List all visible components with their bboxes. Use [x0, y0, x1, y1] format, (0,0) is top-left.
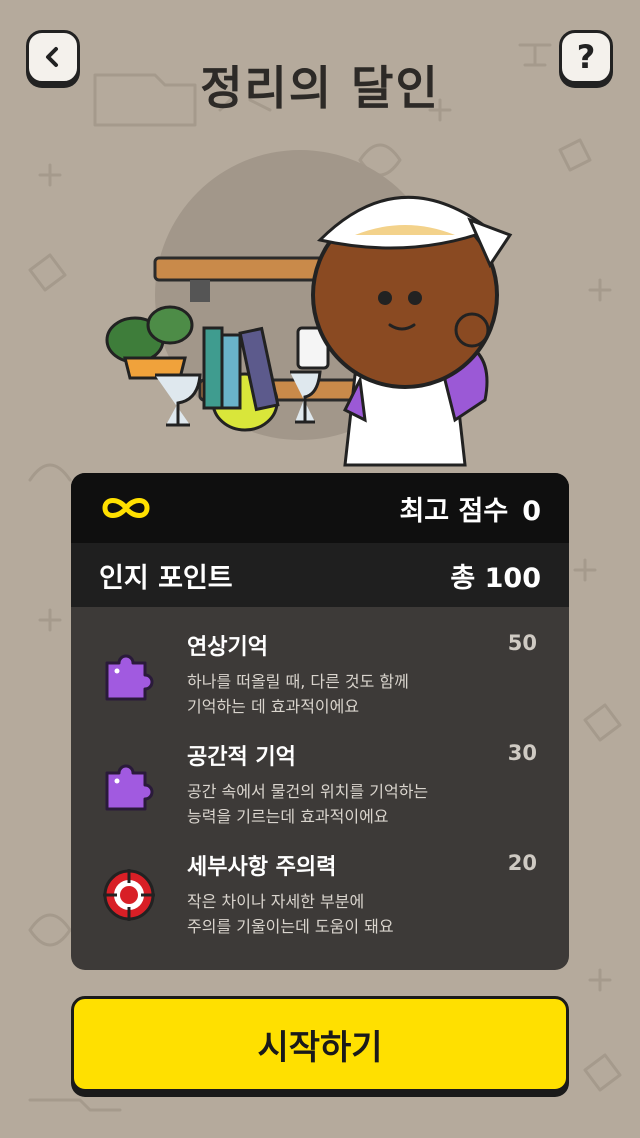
plant-pot [105, 305, 194, 380]
skill-description-line: 능력을 기르는데 효과적이에요 [187, 807, 389, 826]
puzzle-icon [105, 654, 154, 701]
skill-value: 20 [507, 851, 537, 875]
skill-item-spatial-memory: 공간적 기억 30 공간 속에서 물건의 위치를 기억하는 능력을 기르는데 효… [71, 739, 569, 849]
skill-name: 세부사항 주의력 [187, 855, 337, 880]
skill-value: 30 [507, 741, 537, 765]
start-button[interactable]: 시작하기 [71, 996, 569, 1092]
skill-description-line: 공간 속에서 물건의 위치를 기억하는 [187, 782, 429, 801]
skill-description: 작은 차이나 자세한 부분에 주의를 기울이는데 도움이 돼요 [187, 889, 487, 939]
puzzle-icon [105, 764, 154, 811]
score-header: 최고 점수 0 [71, 473, 569, 543]
cognitive-points-header: 인지 포인트 총 100 [71, 543, 569, 607]
best-score-value: 0 [522, 495, 541, 527]
skill-description-line: 주의를 기울이는데 도움이 돼요 [187, 917, 394, 936]
page-title: 정리의 달인 [200, 61, 440, 115]
info-card: 최고 점수 0 인지 포인트 총 100 연상기억 50 하나를 떠올릴 때, 다… [71, 473, 569, 970]
hero-illustration [105, 150, 513, 467]
best-score: 최고 점수 0 [399, 489, 541, 528]
infinity-icon [102, 498, 150, 518]
target-icon [103, 869, 155, 921]
help-button[interactable]: ? [559, 30, 613, 84]
skill-name: 연상기억 [187, 635, 268, 660]
skill-value: 50 [507, 631, 537, 655]
question-icon: ? [576, 38, 596, 76]
best-score-label: 최고 점수 [399, 495, 509, 527]
skill-item-attention-to-detail: 세부사항 주의력 20 작은 차이나 자세한 부분에 주의를 기울이는데 도움이… [71, 849, 569, 959]
skill-description: 하나를 떠올릴 때, 다른 것도 함께 기억하는 데 효과적이에요 [187, 669, 487, 719]
skill-description-line: 기억하는 데 효과적이에요 [187, 697, 360, 716]
skill-description-line: 하나를 떠올릴 때, 다른 것도 함께 [187, 672, 409, 691]
skill-description-line: 작은 차이나 자세한 부분에 [187, 892, 365, 911]
skill-item-associative-memory: 연상기억 50 하나를 떠올릴 때, 다른 것도 함께 기억하는 데 효과적이에… [71, 629, 569, 739]
cognitive-points-label: 인지 포인트 [99, 562, 233, 594]
skill-description: 공간 속에서 물건의 위치를 기억하는 능력을 기르는데 효과적이에요 [187, 779, 487, 829]
cognitive-points-total: 총 100 [450, 562, 541, 594]
skill-name: 공간적 기억 [187, 745, 296, 770]
